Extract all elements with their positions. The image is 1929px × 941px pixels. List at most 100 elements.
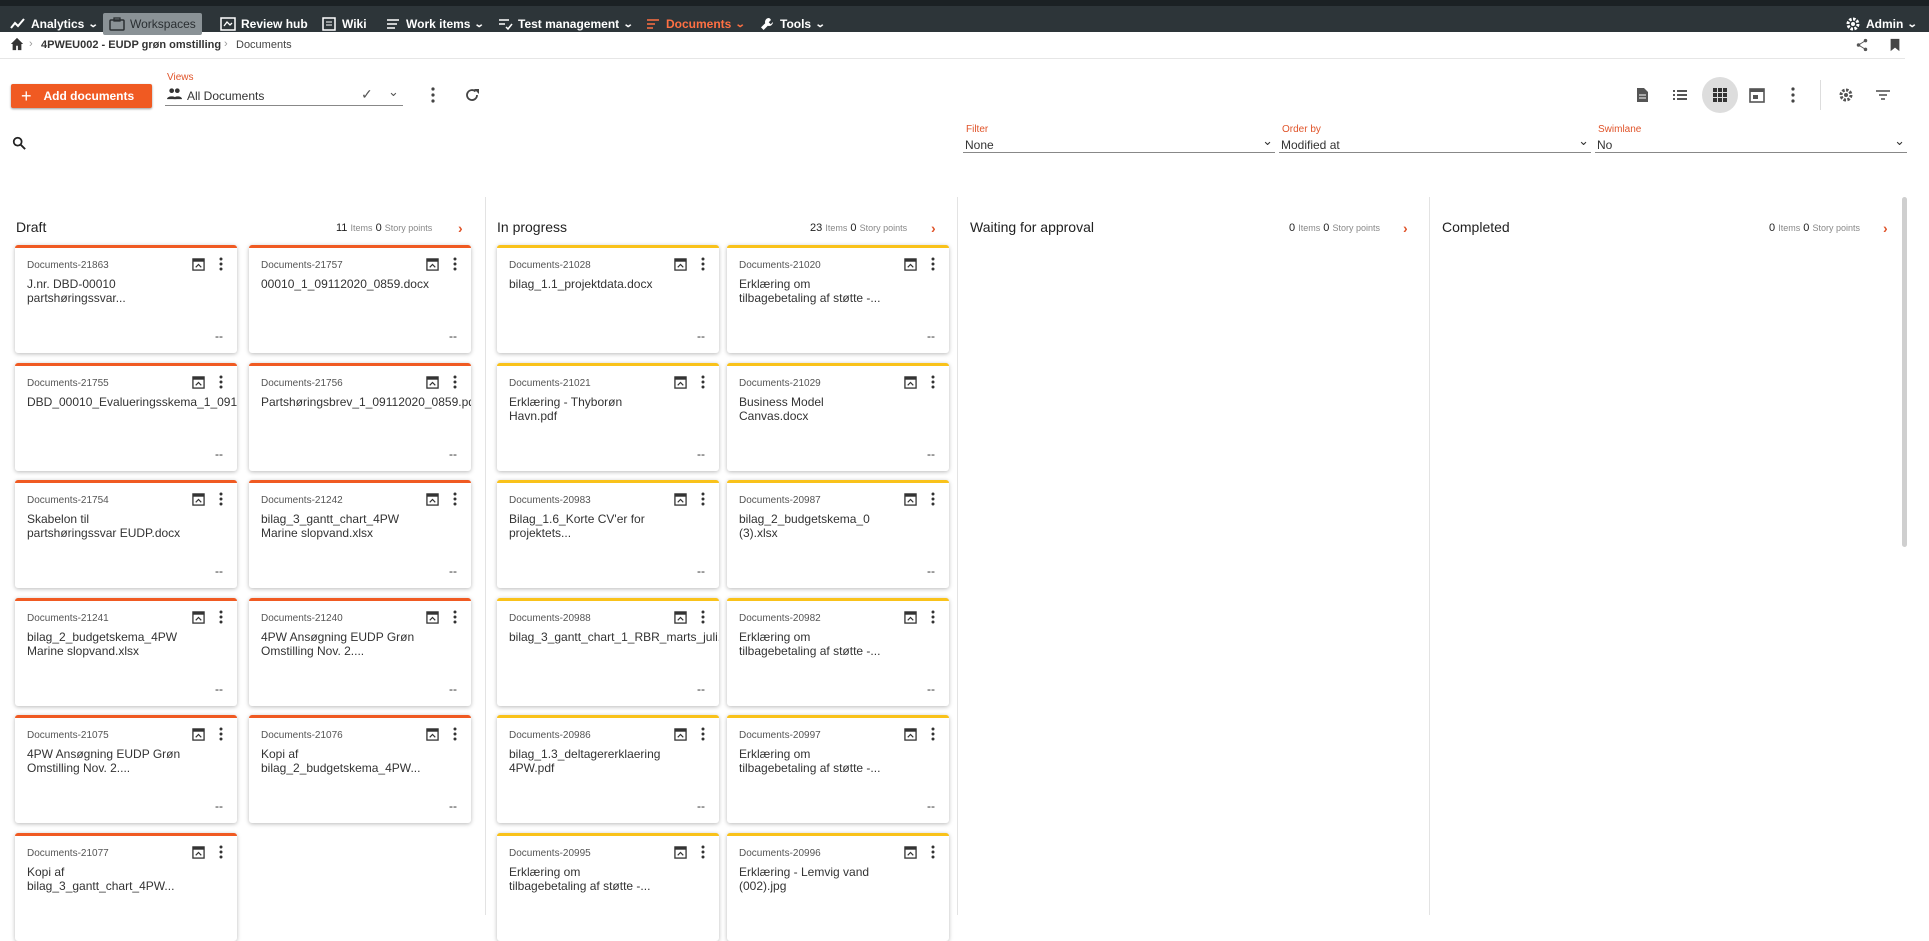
open-in-window-icon[interactable] xyxy=(192,610,205,624)
card-title[interactable]: Partshøringsbrev_1_09112020_0859.pdf xyxy=(261,395,471,409)
card-title[interactable]: 4PW Ansøgning EUDP Grøn Omstilling Nov. … xyxy=(261,630,461,658)
document-card[interactable]: Documents-21241 bilag_2_budgetskema_4PW M… xyxy=(15,597,237,706)
document-card[interactable]: Documents-21242 bilag_3_gantt_chart_4PW M… xyxy=(249,480,471,588)
open-in-window-icon[interactable] xyxy=(426,610,439,624)
share-icon[interactable] xyxy=(1855,38,1869,52)
document-card[interactable]: Documents-21077 Kopi af bilag_3_gantt_cha… xyxy=(15,832,237,941)
card-title[interactable]: 4PW Ansøgning EUDP Grøn Omstilling Nov. … xyxy=(27,747,227,775)
card-more-icon[interactable] xyxy=(451,727,459,741)
open-in-window-icon[interactable] xyxy=(426,728,439,741)
breadcrumb-project[interactable]: 4PWEU002 - EUDP grøn omstilling xyxy=(41,39,221,51)
card-more-icon[interactable] xyxy=(929,375,937,389)
card-title[interactable]: Kopi af bilag_3_gantt_chart_4PW... xyxy=(27,865,227,893)
search-icon[interactable] xyxy=(12,136,26,150)
card-title[interactable]: Kopi af bilag_2_budgetskema_4PW... xyxy=(261,747,461,775)
nav-admin[interactable]: Admin ⌄ xyxy=(1845,14,1918,34)
nav-analytics[interactable]: Analytics ⌄ xyxy=(10,14,99,34)
document-card[interactable]: Documents-21029 Business Model Canvas.doc… xyxy=(727,362,949,471)
card-id[interactable]: Documents-21756 xyxy=(261,378,343,389)
card-id[interactable]: Documents-20982 xyxy=(739,613,821,624)
card-title[interactable]: DBD_00010_Evalueringsskema_1_09112 xyxy=(27,395,237,409)
document-card[interactable]: Documents-20983 Bilag_1.6_Korte CV'er for… xyxy=(497,480,719,588)
card-id[interactable]: Documents-20988 xyxy=(509,613,591,624)
card-title[interactable]: Business Model Canvas.docx xyxy=(739,395,939,423)
nav-review-hub[interactable]: Review hub xyxy=(220,14,308,34)
card-title[interactable]: Erklæring om tilbagebetaling af støtte -… xyxy=(739,277,939,305)
document-card[interactable]: Documents-20996 Erklæring - Lemvig vand (… xyxy=(727,832,949,941)
open-in-window-icon[interactable] xyxy=(674,493,687,506)
document-card[interactable]: Documents-21028 bilag_1.1_projektdata.doc… xyxy=(497,245,719,353)
open-in-window-icon[interactable] xyxy=(674,258,687,271)
nav-work-items[interactable]: Work items ⌄ xyxy=(385,14,485,34)
card-id[interactable]: Documents-20996 xyxy=(739,848,821,859)
open-in-window-icon[interactable] xyxy=(904,375,917,389)
add-documents-button[interactable]: + Add documents xyxy=(11,84,152,108)
card-title[interactable]: Erklæring - Thyborøn Havn.pdf xyxy=(509,395,709,423)
card-id[interactable]: Documents-21021 xyxy=(509,378,591,389)
card-title[interactable]: Erklæring om tilbagebetaling af støtte -… xyxy=(739,630,939,658)
card-more-icon[interactable] xyxy=(699,492,707,506)
document-card[interactable]: Documents-21863 J.nr. DBD-00010 partshøri… xyxy=(15,245,237,353)
filter-select[interactable]: None ⌄ xyxy=(963,133,1275,153)
open-in-window-icon[interactable] xyxy=(904,258,917,271)
card-more-icon[interactable] xyxy=(929,610,937,624)
card-title[interactable]: Bilag_1.6_Korte CV'er for projektets... xyxy=(509,512,709,540)
card-more-icon[interactable] xyxy=(929,727,937,741)
bookmark-icon[interactable] xyxy=(1889,38,1901,52)
card-more-icon[interactable] xyxy=(699,375,707,389)
open-in-window-icon[interactable] xyxy=(192,493,205,506)
card-title[interactable]: 00010_1_09112020_0859.docx xyxy=(261,277,461,291)
card-more-icon[interactable] xyxy=(451,492,459,506)
document-card[interactable]: Documents-20995 Erklæring om tilbagebetal… xyxy=(497,832,719,941)
chevron-right-icon[interactable]: › xyxy=(458,220,463,236)
open-in-window-icon[interactable] xyxy=(674,375,687,389)
document-card[interactable]: Documents-20988 bilag_3_gantt_chart_1_RBR… xyxy=(497,597,719,706)
order-by-select[interactable]: Modified at ⌄ xyxy=(1279,133,1591,153)
card-more-icon[interactable] xyxy=(929,492,937,506)
card-more-icon[interactable] xyxy=(451,257,459,271)
open-in-window-icon[interactable] xyxy=(904,728,917,741)
open-in-window-icon[interactable] xyxy=(904,493,917,506)
document-card[interactable]: Documents-20997 Erklæring om tilbagebetal… xyxy=(727,715,949,823)
open-in-window-icon[interactable] xyxy=(426,258,439,271)
swimlane-select[interactable]: No ⌄ xyxy=(1595,133,1907,153)
list-view-icon[interactable] xyxy=(1670,85,1690,105)
card-title[interactable]: bilag_1.3_deltagererklaering 4PW.pdf xyxy=(509,747,709,775)
card-id[interactable]: Documents-21020 xyxy=(739,260,821,271)
card-title[interactable]: Erklæring om tilbagebetaling af støtte -… xyxy=(739,747,939,775)
card-more-icon[interactable] xyxy=(929,845,937,859)
card-more-icon[interactable] xyxy=(451,610,459,624)
chevron-right-icon[interactable]: › xyxy=(931,220,936,236)
document-card[interactable]: Documents-21757 00010_1_09112020_0859.doc… xyxy=(249,245,471,353)
card-title[interactable]: Erklæring om tilbagebetaling af støtte -… xyxy=(509,865,709,893)
calendar-view-icon[interactable] xyxy=(1747,85,1767,105)
open-in-window-icon[interactable] xyxy=(426,493,439,506)
open-in-window-icon[interactable] xyxy=(192,375,205,389)
refresh-icon[interactable] xyxy=(463,86,481,104)
card-title[interactable]: Erklæring - Lemvig vand (002).jpg xyxy=(739,865,939,893)
card-id[interactable]: Documents-21029 xyxy=(739,378,821,389)
views-select[interactable]: All Documents ✓ ⌄ xyxy=(165,84,403,106)
open-in-window-icon[interactable] xyxy=(192,728,205,741)
card-more-icon[interactable] xyxy=(699,257,707,271)
card-id[interactable]: Documents-21754 xyxy=(27,495,109,506)
card-more-icon[interactable] xyxy=(217,610,225,624)
document-card[interactable]: Documents-21754 Skabelon til partshørings… xyxy=(15,480,237,588)
card-id[interactable]: Documents-21076 xyxy=(261,730,343,741)
document-card[interactable]: Documents-20982 Erklæring om tilbagebetal… xyxy=(727,597,949,706)
nav-documents[interactable]: Documents ⌄ xyxy=(645,14,746,34)
card-title[interactable]: bilag_1.1_projektdata.docx xyxy=(509,277,709,291)
filter-icon[interactable] xyxy=(1873,85,1893,105)
card-id[interactable]: Documents-21241 xyxy=(27,613,109,624)
card-id[interactable]: Documents-20986 xyxy=(509,730,591,741)
card-id[interactable]: Documents-21028 xyxy=(509,260,591,271)
card-more-icon[interactable] xyxy=(217,727,225,741)
card-id[interactable]: Documents-21755 xyxy=(27,378,109,389)
card-id[interactable]: Documents-20995 xyxy=(509,848,591,859)
board-view-icon[interactable] xyxy=(1702,77,1738,113)
document-card[interactable]: Documents-21240 4PW Ansøgning EUDP Grøn O… xyxy=(249,597,471,706)
card-id[interactable]: Documents-21242 xyxy=(261,495,343,506)
chevron-right-icon[interactable]: › xyxy=(1403,220,1408,236)
chevron-right-icon[interactable]: › xyxy=(1883,220,1888,236)
card-more-icon[interactable] xyxy=(929,257,937,271)
